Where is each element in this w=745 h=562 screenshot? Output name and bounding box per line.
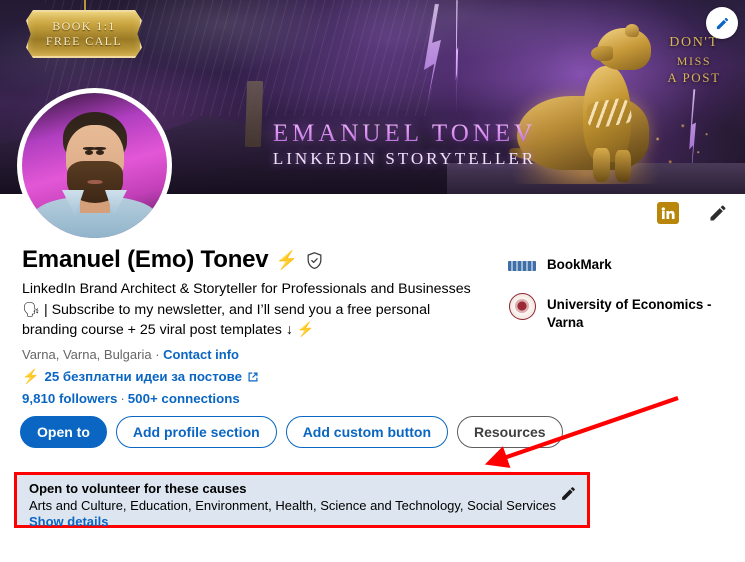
page-title: Emanuel (Emo) Tonev [22,246,269,273]
headline-line-3: branding course + 25 viral post template… [22,322,315,339]
location-separator: · [151,347,164,363]
statue-ear [625,24,640,38]
avatar[interactable] [17,88,172,243]
dont-miss-line-3: A POST [667,70,721,86]
dont-miss-a-post-text: DON'T MISS A POST [657,34,731,87]
resources-button[interactable]: Resources [457,416,563,448]
promo-link-label: 25 безплатни идеи за постове [44,369,243,385]
headline-line-1: LinkedIn Brand Architect & Storyteller f… [22,281,471,297]
golden-lion-statue [508,24,662,185]
pencil-icon [561,487,575,500]
linkedin-premium-icon[interactable] [657,202,679,224]
bookmark-logo-icon [508,252,536,280]
open-to-volunteer-card[interactable]: Open to volunteer for these causes Arts … [14,472,590,529]
promo-link[interactable]: ⚡ 25 безплатни идеи за постове [22,368,502,385]
banner-sparks [645,114,716,175]
location-text: Varna, Varna, Bulgaria [22,347,152,363]
pencil-icon [716,17,728,29]
edit-banner-button[interactable] [706,7,738,39]
avatar-eye [84,149,93,155]
profile-top-actions [657,200,731,226]
external-link-icon [248,372,258,382]
headline-line-2: 🗣 | Subscribe to my newsletter, and I’ll… [22,301,431,318]
dont-miss-line-2: MISS [676,53,712,68]
avatar-eye [96,149,105,155]
statue-leg [593,148,611,183]
stats-separator: · [120,391,125,407]
connections-count[interactable]: 500+ connections [128,391,240,406]
statue-leg [615,150,632,183]
contact-info-link[interactable]: Contact info [163,347,239,362]
profile-location-row: Varna, Varna, Bulgaria · Contact info [22,347,502,362]
edit-volunteer-card-button[interactable] [559,485,577,503]
add-custom-button-button[interactable]: Add custom button [285,416,448,448]
lightning-bolt-icon: ⚡ [22,368,40,385]
book-free-call-plaque[interactable]: BOOK 1:1 FREE CALL [26,10,142,58]
show-details-link[interactable]: Show details [29,514,108,529]
pencil-icon [710,205,726,221]
avatar-mouth [87,180,102,184]
edit-intro-button[interactable] [705,200,731,226]
avatar-image [22,93,167,238]
plaque-line-1: BOOK 1:1 [52,18,116,33]
volunteer-card-causes: Arts and Culture, Education, Environment… [29,498,557,513]
followers-count[interactable]: 9,810 followers [22,391,117,406]
profile-intro: Emanuel (Emo) Tonev ⚡ LinkedIn Brand Arc… [22,246,502,406]
side-entity-bookmark[interactable]: BookMark [508,252,738,280]
profile-side-entities: BookMark University of Economics - Varna [508,252,738,344]
volunteer-card-title: Open to volunteer for these causes [29,481,247,496]
banner-wooden-post [244,81,263,148]
statue-snout [591,46,614,62]
profile-name-row: Emanuel (Emo) Tonev ⚡ [22,246,502,274]
profile-stats: 9,810 followers · 500+ connections [22,391,502,406]
profile-headline: LinkedIn Brand Architect & Storyteller f… [22,279,502,341]
add-profile-section-button[interactable]: Add profile section [115,416,277,448]
lightning-bolt-icon: ⚡ [275,250,298,270]
linkedin-profile-page: BOOK 1:1 FREE CALL EMANUEL TONEV LINKEDI… [0,0,745,562]
verified-shield-icon [307,251,322,269]
profile-action-buttons: Open to Add profile section Add custom b… [20,416,563,448]
plaque-line-2: FREE CALL [45,33,123,48]
side-entity-label: BookMark [547,257,612,272]
side-entity-label: University of Economics - Varna [547,297,712,331]
university-crest-icon [508,292,536,320]
lightning-bolt-icon [455,0,459,115]
side-entity-university[interactable]: University of Economics - Varna [508,292,738,332]
linkedin-glyph-icon [661,207,675,219]
open-to-button[interactable]: Open to [20,416,107,448]
